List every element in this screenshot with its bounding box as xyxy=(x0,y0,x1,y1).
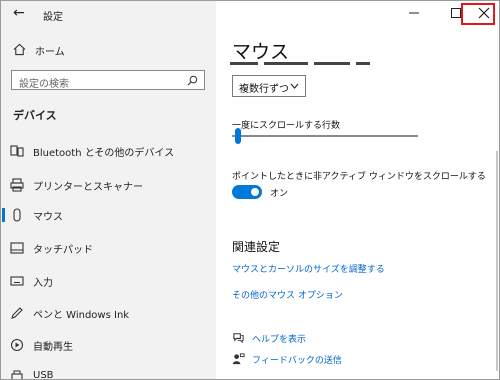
section-label: デバイス xyxy=(13,109,57,122)
keyboard-icon xyxy=(10,276,24,286)
sidebar-item-bluetooth[interactable]: Bluetooth とその他のデバイス xyxy=(1,137,216,165)
toggle-knob xyxy=(251,188,259,196)
usb-icon xyxy=(11,370,23,379)
link-more-mouse-options[interactable]: その他のマウス オプション xyxy=(232,288,343,301)
back-arrow-icon[interactable]: ← xyxy=(13,5,25,21)
dropdown-value: 複数行ずつ xyxy=(239,84,289,95)
active-indicator xyxy=(2,208,5,222)
minimize-icon xyxy=(409,12,419,14)
help-link[interactable]: ヘルプを表示 xyxy=(252,332,306,345)
scroll-mode-dropdown[interactable]: 複数行ずつ xyxy=(232,75,306,97)
feedback-link[interactable]: フィードバックの送信 xyxy=(252,353,342,366)
sidebar-item-touchpad[interactable]: タッチパッド xyxy=(1,234,216,262)
scrollbar[interactable] xyxy=(496,151,498,371)
sidebar-item-label: プリンターとスキャナー xyxy=(33,182,143,193)
scrolled-text-fragment xyxy=(230,62,370,65)
link-cursor-size[interactable]: マウスとカーソルのサイズを調整する xyxy=(232,262,385,275)
sidebar-item-label: 自動再生 xyxy=(33,342,73,353)
home-icon xyxy=(13,43,26,56)
sidebar-item-label: USB xyxy=(33,370,54,380)
autoplay-icon xyxy=(10,338,24,352)
inactive-scroll-label: ポイントしたときに非アクティブ ウィンドウをスクロールする xyxy=(232,172,486,182)
sidebar-item-mouse[interactable]: マウス xyxy=(1,201,216,229)
printer-icon xyxy=(10,178,24,192)
sidebar-item-label: タッチパッド xyxy=(33,245,93,256)
window-title: 設定 xyxy=(43,12,63,23)
main-pane: マウス 複数行ずつ 一度にスクロールする行数 ポイントしたときに非アクティブ ウ… xyxy=(216,1,499,379)
sidebar: ← 設定 ホーム 設定の検索 デバイス Bluetooth とその他のデバイス xyxy=(1,1,216,379)
sidebar-item-label: マウス xyxy=(33,212,63,223)
sidebar-item-printers[interactable]: プリンターとスキャナー xyxy=(1,171,216,199)
chevron-down-icon xyxy=(290,83,299,89)
sidebar-item-autoplay[interactable]: 自動再生 xyxy=(1,331,216,359)
search-icon xyxy=(187,75,198,86)
minimize-button[interactable] xyxy=(394,1,434,25)
close-button-highlight xyxy=(461,3,495,25)
touchpad-icon xyxy=(10,242,24,254)
home-link[interactable]: ホーム xyxy=(35,43,65,58)
sidebar-item-usb[interactable]: USB xyxy=(1,363,216,380)
bluetooth-devices-icon xyxy=(10,145,24,157)
lines-slider[interactable] xyxy=(232,135,418,137)
sidebar-item-pen[interactable]: ペンと Windows Ink xyxy=(1,299,216,327)
mouse-icon xyxy=(13,208,21,222)
sidebar-item-label: 入力 xyxy=(33,278,53,289)
lines-slider-thumb[interactable] xyxy=(235,128,241,144)
pen-icon xyxy=(11,307,23,319)
sidebar-item-input[interactable]: 入力 xyxy=(1,267,216,295)
settings-window: ← 設定 ホーム 設定の検索 デバイス Bluetooth とその他のデバイス xyxy=(0,0,500,380)
feedback-icon xyxy=(232,353,245,365)
help-icon xyxy=(233,333,244,344)
related-settings-heading: 関連設定 xyxy=(232,240,281,254)
search-placeholder: 設定の検索 xyxy=(19,79,69,90)
search-input[interactable]: 設定の検索 xyxy=(11,70,205,90)
lines-label: 一度にスクロールする行数 xyxy=(232,121,341,131)
sidebar-item-label: Bluetooth とその他のデバイス xyxy=(33,148,175,159)
sidebar-item-label: ペンと Windows Ink xyxy=(33,310,130,321)
toggle-state-label: オン xyxy=(270,189,289,199)
inactive-scroll-toggle[interactable] xyxy=(232,185,262,199)
